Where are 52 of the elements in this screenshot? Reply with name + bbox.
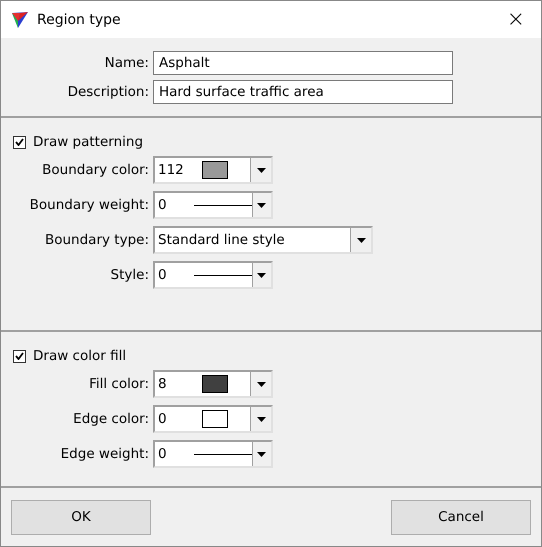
caret-icon (256, 168, 266, 172)
caret-icon (256, 382, 266, 386)
checkbox-label: Draw color fill (33, 348, 126, 364)
combo-value: 0 (157, 411, 168, 427)
dropdown[interactable]: 0 (153, 440, 273, 468)
field-label: Edge color: (73, 411, 149, 427)
field-label: Name: (104, 55, 149, 71)
dropdown[interactable]: 0 (153, 261, 273, 289)
line-sample (194, 274, 252, 276)
dropdown-button[interactable] (252, 193, 271, 217)
check-icon (15, 352, 24, 360)
field-label: Description: (68, 84, 149, 100)
dropdown-button[interactable] (350, 228, 371, 252)
caret-icon (257, 452, 266, 456)
checkbox[interactable] (13, 136, 26, 148)
field-label: Boundary weight: (30, 197, 149, 213)
caret-icon (256, 416, 266, 422)
field-label: Edge weight: (60, 446, 149, 462)
text-field[interactable]: Hard surface traffic area (153, 80, 453, 104)
dropdown[interactable]: 112 (153, 156, 273, 184)
dropdown-button[interactable] (250, 158, 271, 182)
caret-icon (356, 238, 366, 242)
dropdown-button[interactable] (250, 372, 271, 396)
checkbox-label: Draw patterning (33, 134, 144, 150)
field-label: Fill color: (89, 376, 149, 392)
dropdown[interactable]: 0 (153, 405, 273, 433)
dropdown-button[interactable] (252, 263, 271, 287)
combo-value: 0 (157, 267, 168, 283)
checkbox[interactable] (13, 350, 26, 362)
caret-icon (257, 272, 266, 278)
combo-value: 112 (157, 162, 185, 178)
field-label: Boundary color: (42, 162, 149, 178)
field-label: Boundary type: (44, 232, 149, 248)
check-icon (15, 138, 24, 146)
combo-value: 0 (157, 197, 168, 213)
dropdown-button[interactable] (250, 407, 271, 431)
caret-icon (257, 202, 266, 208)
field-label: Style: (110, 267, 149, 283)
dropdown[interactable]: 8 (153, 370, 273, 398)
dropdown[interactable]: 0 (153, 191, 273, 219)
app-logo-icon (11, 10, 29, 28)
combo-value: 8 (157, 376, 168, 392)
combo-value: 0 (157, 446, 168, 462)
dialog-button[interactable]: OK (11, 500, 151, 534)
dropdown[interactable]: Standard line style (153, 226, 373, 254)
dialog-button[interactable]: Cancel (391, 500, 531, 534)
text-field[interactable]: Asphalt (153, 51, 453, 75)
close-button[interactable]: × (500, 7, 531, 32)
window-title: Region type (37, 12, 122, 28)
dropdown-button[interactable] (252, 442, 271, 466)
line-sample (194, 204, 252, 206)
combo-value: Standard line style (157, 232, 286, 248)
